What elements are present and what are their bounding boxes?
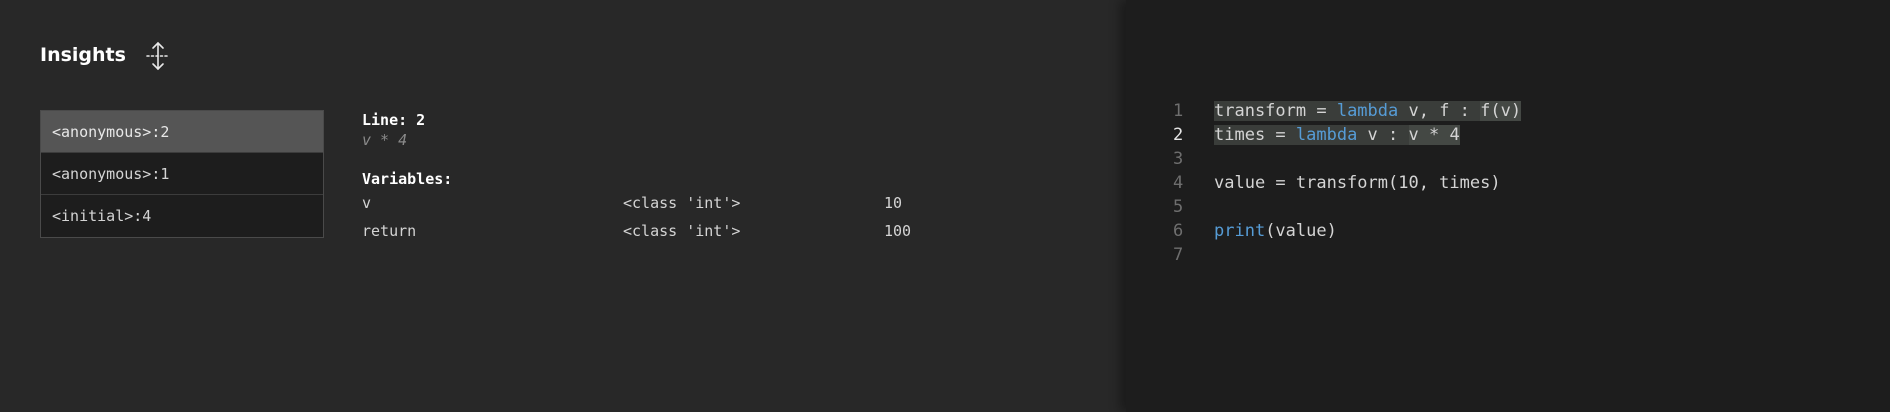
code-token: value = transform(10, times) bbox=[1214, 173, 1501, 193]
line-expression: v * 4 bbox=[362, 131, 408, 149]
frame-details: Line: 2 v * 4 Variables: v <class 'int'>… bbox=[362, 110, 1082, 245]
code-token: print bbox=[1214, 221, 1266, 241]
line-number-label: Line: 2 bbox=[362, 111, 426, 129]
variables-heading: Variables: bbox=[362, 170, 453, 188]
panel-title: Insights bbox=[40, 44, 126, 66]
code-token: f(v) bbox=[1480, 101, 1522, 121]
line-number: 1 bbox=[1173, 101, 1184, 121]
stack-frame-label: <anonymous>:2 bbox=[52, 122, 170, 141]
variable-value: 10 bbox=[884, 194, 903, 212]
code-token: lambda bbox=[1295, 125, 1358, 145]
code-token: v * 4 bbox=[1408, 125, 1460, 145]
code-token: times = bbox=[1214, 125, 1296, 145]
code-token: (value) bbox=[1265, 221, 1337, 241]
variable-name: v bbox=[362, 194, 372, 212]
stack-frame-item[interactable]: <anonymous>:1 bbox=[41, 153, 323, 195]
stack-frame-item[interactable]: <anonymous>:2 bbox=[41, 111, 323, 153]
line-number: 6 bbox=[1173, 221, 1184, 241]
code-token: lambda bbox=[1336, 101, 1399, 121]
variable-type: <class 'int'> bbox=[623, 222, 741, 240]
stack-frame-label: <initial>:4 bbox=[52, 207, 152, 225]
move-arrows-icon[interactable] bbox=[144, 40, 172, 72]
line-number: 5 bbox=[1173, 197, 1184, 217]
stack-frame-item[interactable]: <initial>:4 bbox=[41, 195, 323, 237]
code-line[interactable]: 6 print(value) bbox=[1126, 219, 1521, 243]
variable-row: return <class 'int'> 100 bbox=[362, 217, 1082, 245]
line-number: 2 bbox=[1173, 125, 1184, 145]
line-number: 3 bbox=[1173, 149, 1184, 169]
code-editor-panel[interactable]: 1 transform = lambda v, f : f(v) 2 times = … bbox=[1126, 0, 1890, 412]
code-token: transform = bbox=[1214, 101, 1337, 121]
code-line[interactable]: 2 times = lambda v : v * 4 bbox=[1126, 123, 1521, 147]
debugger-app: Insights <anonymous>:2 <anonymous>:1 <in… bbox=[0, 0, 1890, 412]
line-number: 4 bbox=[1173, 173, 1184, 193]
code-text: times = lambda v : v * 4 bbox=[1214, 123, 1460, 147]
call-stack-list: <anonymous>:2 <anonymous>:1 <initial>:4 bbox=[40, 110, 324, 238]
line-number: 7 bbox=[1173, 245, 1184, 265]
variable-type: <class 'int'> bbox=[623, 194, 741, 212]
code-view[interactable]: 1 transform = lambda v, f : f(v) 2 times = … bbox=[1126, 99, 1522, 267]
code-line[interactable]: 5 bbox=[1126, 195, 1521, 219]
variable-name: return bbox=[362, 222, 417, 240]
code-text: transform = lambda v, f : f(v) bbox=[1214, 99, 1522, 123]
code-line[interactable]: 3 bbox=[1126, 147, 1521, 171]
code-token: v, f : bbox=[1398, 101, 1481, 121]
code-line[interactable]: 4 value = transform(10, times) bbox=[1126, 171, 1521, 195]
code-text: print(value) bbox=[1214, 219, 1337, 243]
code-line[interactable]: 7 bbox=[1126, 243, 1521, 267]
stack-frame-label: <anonymous>:1 bbox=[52, 164, 170, 183]
variable-value: 100 bbox=[884, 222, 912, 240]
code-token: v : bbox=[1357, 125, 1409, 145]
code-text: value = transform(10, times) bbox=[1214, 171, 1501, 195]
insights-panel: Insights <anonymous>:2 <anonymous>:1 <in… bbox=[0, 0, 1126, 412]
code-line[interactable]: 1 transform = lambda v, f : f(v) bbox=[1126, 99, 1522, 123]
variable-row: v <class 'int'> 10 bbox=[362, 189, 1082, 217]
